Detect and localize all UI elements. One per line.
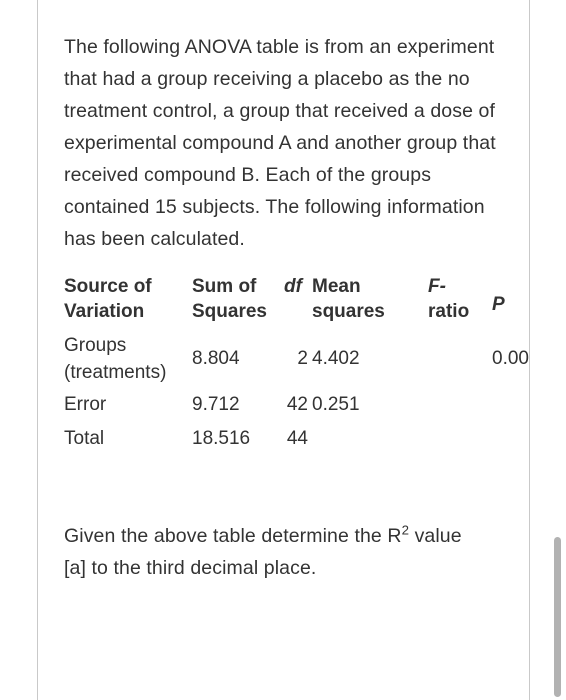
header-f-ratio-line2: ratio: [428, 301, 470, 322]
cell-df: 44: [286, 428, 308, 449]
cell-source-groups: Groups (treatments): [64, 330, 192, 388]
header-p-label: P: [492, 294, 505, 315]
header-source-line1: Source of: [64, 276, 152, 297]
header-df: df: [284, 274, 312, 330]
cell-mean-squares: 4.402: [312, 348, 360, 369]
question-superscript: 2: [401, 522, 410, 538]
cell-p-value: 0.00: [492, 348, 529, 369]
cell-f-ratio: [428, 388, 492, 422]
question-content: The following ANOVA table is from an exp…: [38, 0, 529, 700]
header-sum-of-squares: Sum of Squares: [192, 274, 284, 330]
anova-table-body: Groups (treatments) 8.804 2 4.402 0.00 E…: [64, 330, 532, 456]
cell-df: 42: [286, 394, 308, 415]
header-sum-squares-line2: Squares: [192, 301, 267, 322]
header-sum-squares-line1: Sum of: [192, 276, 257, 297]
header-p-value: P: [492, 274, 532, 330]
header-mean-squares: Mean squares: [312, 274, 428, 330]
header-f-ratio: F- ratio: [428, 274, 492, 330]
question-paragraph: Given the above table determine the R2 v…: [64, 520, 484, 584]
cell-mean-squares: [312, 422, 428, 456]
cell-source-total: Total: [64, 428, 105, 449]
anova-table-header: Source of Variation Sum of Squares df Me…: [64, 274, 532, 330]
cell-sum-of-squares: 18.516: [192, 428, 251, 449]
header-source-line2: Variation: [64, 301, 145, 322]
cell-f-ratio: [428, 422, 492, 456]
page-frame: The following ANOVA table is from an exp…: [0, 0, 566, 700]
cell-sum-of-squares: 8.804: [192, 348, 240, 369]
cell-p-value: [492, 422, 532, 456]
cell-sum-of-squares: 9.712: [192, 394, 240, 415]
header-df-label: df: [284, 276, 302, 297]
table-header-row: Source of Variation Sum of Squares df Me…: [64, 274, 532, 330]
table-row: Groups (treatments) 8.804 2 4.402 0.00: [64, 330, 532, 388]
header-mean-squares-line2: squares: [312, 301, 385, 322]
vertical-scrollbar[interactable]: [550, 0, 566, 700]
table-row: Error 9.712 42 0.251: [64, 388, 532, 422]
intro-paragraph: The following ANOVA table is from an exp…: [64, 36, 496, 250]
question-prefix: Given the above table determine the R: [64, 525, 402, 547]
cell-f-ratio: [428, 330, 492, 388]
cell-p-value: [492, 388, 532, 422]
table-question-spacer: [64, 456, 517, 520]
cell-source-line1: Groups: [64, 335, 127, 356]
cell-source-error: Error: [64, 394, 107, 415]
scrollbar-thumb[interactable]: [554, 537, 561, 697]
header-source-of-variation: Source of Variation: [64, 274, 192, 330]
anova-table: Source of Variation Sum of Squares df Me…: [64, 274, 532, 456]
table-row: Total 18.516 44: [64, 422, 532, 456]
header-mean-squares-line1: Mean: [312, 276, 361, 297]
cell-mean-squares: 0.251: [312, 394, 360, 415]
cell-source-line2: (treatments): [64, 362, 167, 383]
cell-df: 2: [297, 348, 308, 369]
header-f-ratio-line1: F-: [428, 276, 446, 297]
